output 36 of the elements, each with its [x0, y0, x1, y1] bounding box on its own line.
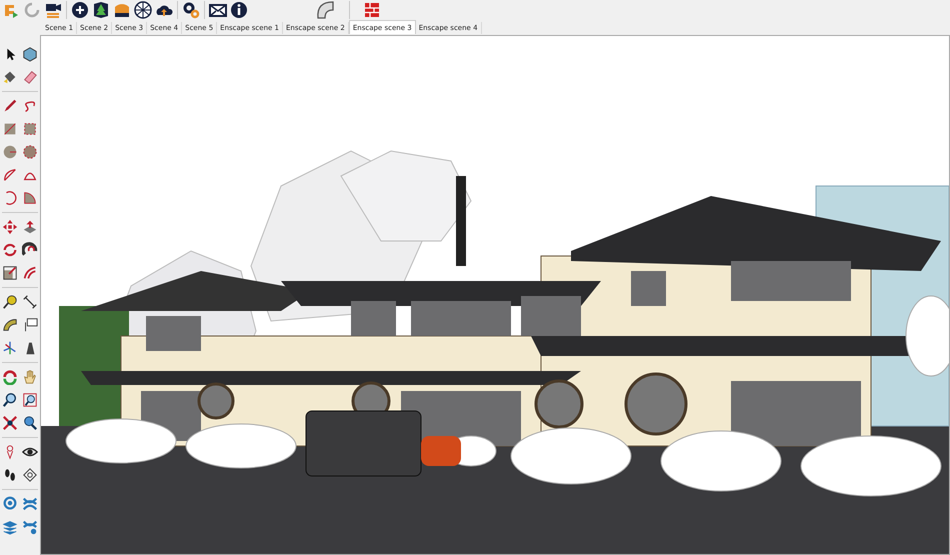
polygon-icon[interactable] — [22, 144, 38, 160]
hand-icon[interactable] — [22, 369, 38, 385]
rotated-rectangle-icon[interactable] — [22, 121, 38, 137]
section-plane-icon[interactable] — [22, 467, 38, 483]
orbit-icon[interactable] — [2, 369, 18, 385]
scale-icon[interactable] — [2, 265, 18, 281]
circle-icon[interactable] — [2, 144, 18, 160]
rotate-icon[interactable] — [2, 242, 18, 258]
protractor-icon[interactable] — [2, 317, 18, 333]
brick-wall-icon[interactable] — [363, 1, 381, 19]
tree-icon[interactable] — [92, 1, 110, 19]
arc-icon[interactable] — [2, 167, 18, 183]
eraser-icon[interactable] — [22, 69, 38, 85]
offset-icon[interactable] — [22, 265, 38, 281]
footprints-icon[interactable] — [2, 467, 18, 483]
axes-icon[interactable] — [2, 340, 18, 356]
material-swatch-icon[interactable] — [113, 1, 131, 19]
ribbon-icon[interactable] — [22, 496, 38, 512]
add-circle-icon[interactable] — [71, 1, 89, 19]
text-label-icon[interactable] — [22, 317, 38, 333]
layers-stack-icon[interactable] — [2, 519, 18, 535]
tape-measure-icon[interactable] — [2, 294, 18, 310]
dimension-icon[interactable] — [22, 294, 38, 310]
pencil-icon[interactable] — [2, 98, 18, 114]
pie-icon[interactable] — [22, 190, 38, 206]
push-pull-icon[interactable] — [22, 219, 38, 235]
rectangle-icon[interactable] — [2, 121, 18, 137]
move-arrows-icon[interactable] — [2, 219, 18, 235]
previous-view-icon[interactable] — [22, 415, 38, 431]
search-icon[interactable] — [2, 392, 18, 408]
zoom-extents-icon[interactable] — [2, 415, 18, 431]
video-camera-icon[interactable] — [44, 1, 62, 19]
follow-me-icon[interactable] — [22, 242, 38, 258]
zoom-window-icon[interactable] — [22, 392, 38, 408]
info-icon[interactable] — [230, 1, 248, 19]
envelope-icon[interactable] — [209, 1, 227, 19]
